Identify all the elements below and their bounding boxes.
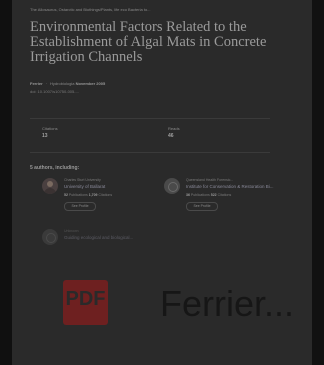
- pdf-icon[interactable]: PDF: [63, 280, 108, 325]
- author-stats: 52 Publications 1,709 Citations: [64, 193, 112, 197]
- author-citations-count: 1,709: [88, 193, 98, 197]
- author-institution: Unknown: [64, 229, 79, 233]
- byline-author[interactable]: Ferrier: [30, 81, 43, 86]
- divider: [30, 118, 270, 119]
- authors-section-title: 5 authors, including:: [30, 165, 80, 171]
- stat-value-reads: 46: [168, 133, 174, 139]
- pdf-icon-label: PDF: [65, 288, 106, 310]
- byline-date: November 2005: [75, 81, 106, 86]
- author-name[interactable]: University of Ballarat: [64, 184, 164, 189]
- author-card[interactable]: Unknown Guiding ecological and biologica…: [42, 229, 152, 269]
- author-card[interactable]: Charles Sturt University University of B…: [42, 178, 152, 218]
- avatar-shoulders: [44, 188, 56, 194]
- author-publications-label: Publications: [68, 193, 88, 197]
- byline-journal[interactable]: Hydrobiologia: [50, 81, 74, 86]
- author-citations-label: Citations: [98, 193, 113, 197]
- user-icon: [168, 182, 178, 192]
- author-institution: Queensland Health Forensic...: [186, 178, 234, 182]
- generic-user-avatar[interactable]: [164, 178, 180, 194]
- author-publications-count: 52: [64, 193, 68, 197]
- see-profile-button[interactable]: See Profile: [186, 202, 218, 211]
- author-publications-label: Publications: [190, 193, 210, 197]
- author-publications-count: 36: [186, 193, 190, 197]
- scrollbar-track[interactable]: [312, 0, 324, 365]
- person-photo-avatar[interactable]: [42, 178, 58, 194]
- paper-title: Environmental Factors Related to the Est…: [30, 19, 267, 65]
- byline-separator: ·: [45, 81, 48, 86]
- author-stats: 36 Publications 522 Citations: [186, 193, 231, 197]
- stat-label-reads: Reads: [168, 126, 180, 131]
- stat-value-citations: 13: [42, 133, 48, 139]
- user-icon: [46, 233, 56, 243]
- author-institution: Charles Sturt University: [64, 178, 101, 182]
- divider: [30, 152, 270, 153]
- source-line: The Allosaurus, Ostarctic and Biothings/…: [30, 7, 151, 12]
- stat-label-citations: Citations: [42, 126, 58, 131]
- generic-user-avatar[interactable]: [42, 229, 58, 245]
- see-profile-button[interactable]: See Profile: [64, 202, 96, 211]
- author-citations-count: 522: [210, 193, 217, 197]
- preview-title[interactable]: Ferrier...: [160, 283, 294, 325]
- author-citations-label: Citations: [217, 193, 232, 197]
- author-card[interactable]: Queensland Health Forensic... Institute …: [164, 178, 274, 218]
- author-name[interactable]: Guiding ecological and biological...: [64, 235, 164, 240]
- byline: Ferrier · Hydrobiologia November 2005: [30, 81, 105, 86]
- author-name[interactable]: Institute for Conservation & Restoration…: [186, 184, 286, 189]
- doi-line[interactable]: doi: 10.1007/s10750-005-...: [30, 89, 79, 94]
- avatar-face: [47, 181, 53, 187]
